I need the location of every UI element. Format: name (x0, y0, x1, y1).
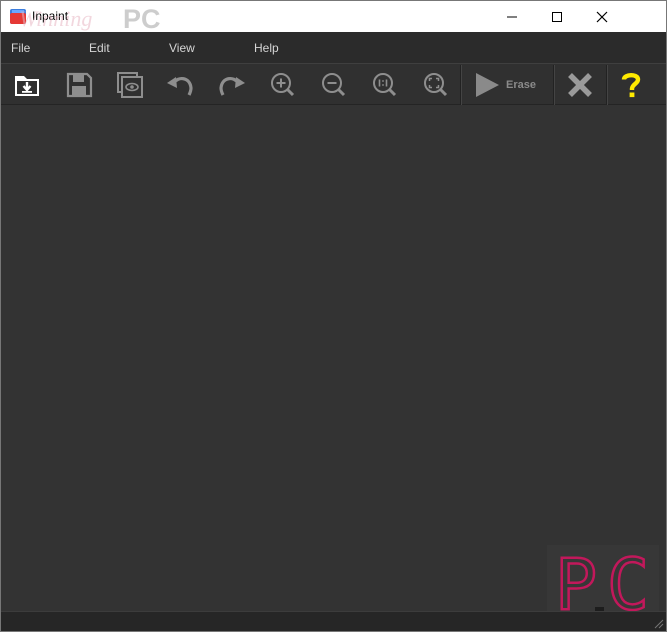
app-icon (10, 9, 26, 24)
cancel-button[interactable] (563, 68, 597, 102)
preview-button[interactable] (113, 68, 147, 102)
resize-grip-icon[interactable] (652, 617, 664, 629)
winningpc-watermark: Winning PC (19, 4, 161, 34)
toolbar-separator (606, 65, 608, 105)
title-bar[interactable]: Inpaint Winning PC (1, 1, 666, 34)
open-file-icon (15, 76, 39, 96)
erase-label: Erase (506, 79, 536, 91)
zoom-actual-size-icon (373, 73, 397, 97)
toolbar-separator (553, 65, 555, 105)
zoom-actual-size-button[interactable] (368, 68, 402, 102)
menu-file[interactable]: File (11, 41, 30, 55)
toolbar: Erase (1, 63, 666, 105)
window-title: Inpaint (32, 9, 69, 23)
toolbar-separator (460, 65, 462, 105)
close-x-icon (568, 73, 592, 97)
open-button[interactable] (10, 68, 44, 102)
image-canvas[interactable]: P C (1, 105, 666, 617)
menu-bar: File Edit View Help (1, 32, 666, 63)
zoom-in-button[interactable] (266, 68, 300, 102)
watermark-letter-c: C (607, 545, 649, 617)
minimize-icon (507, 16, 517, 17)
help-button[interactable] (614, 68, 648, 102)
zoom-fit-icon (424, 73, 448, 97)
app-window: Inpaint Winning PC File Edit View Help E… (0, 0, 667, 632)
redo-icon (219, 77, 245, 96)
watermark-text-right: PC (123, 4, 161, 34)
maximize-button[interactable] (534, 1, 580, 32)
question-mark-icon (621, 72, 641, 98)
minimize-button[interactable] (489, 1, 535, 32)
zoom-out-button[interactable] (317, 68, 351, 102)
save-button[interactable] (62, 68, 96, 102)
undo-button[interactable] (163, 68, 197, 102)
zoom-in-icon (271, 73, 295, 97)
redo-button[interactable] (215, 68, 249, 102)
pc-logo-watermark: P C (547, 545, 659, 617)
save-icon (66, 72, 93, 98)
maximize-icon (552, 11, 562, 22)
preview-icon (117, 72, 143, 98)
menu-edit[interactable]: Edit (89, 41, 110, 55)
undo-icon (167, 77, 193, 96)
close-icon (596, 11, 608, 22)
zoom-out-icon (322, 73, 346, 97)
menu-help[interactable]: Help (254, 41, 279, 55)
status-bar (1, 611, 666, 631)
watermark-letter-p: P (555, 545, 597, 617)
close-window-button[interactable] (579, 1, 625, 32)
zoom-fit-button[interactable] (419, 68, 453, 102)
erase-button[interactable]: Erase (463, 66, 551, 104)
play-icon (476, 73, 499, 97)
menu-view[interactable]: View (169, 41, 195, 55)
